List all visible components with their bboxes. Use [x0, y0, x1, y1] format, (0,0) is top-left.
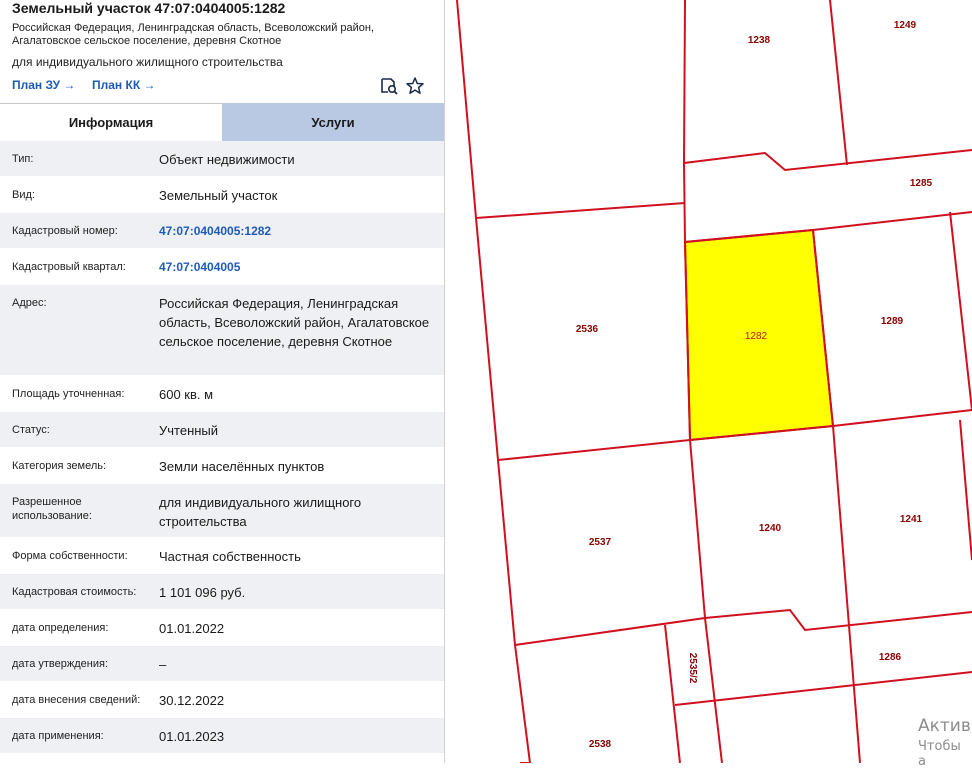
row-value: 01.01.2023	[159, 729, 225, 744]
parcel-label-selected: 1282	[745, 331, 768, 342]
page-title: Земельный участок 47:07:0404005:1282	[12, 0, 286, 16]
address-line-2: Агалатовское сельское поселение, деревня…	[12, 35, 282, 47]
table-row: дата определения: 01.01.2022	[0, 610, 444, 646]
row-label: дата утверждения:	[12, 658, 109, 670]
plan-zu-link[interactable]: План ЗУ →	[12, 78, 75, 92]
parcel-label: 2536	[576, 324, 599, 335]
activation-watermark-text: Чтобы а	[918, 739, 961, 769]
row-value: 600 кв. м	[159, 387, 214, 402]
row-label: Категория земель:	[12, 460, 107, 472]
row-value: 30.12.2022	[159, 693, 225, 708]
parcel-label: 1240	[759, 523, 782, 534]
address-line-1: Российская Федерация, Ленинградская обла…	[12, 22, 375, 34]
cadastral-map[interactable]: 1238 1249 1285 2536 1282 1289 2537 1240 …	[445, 0, 972, 769]
row-value: 1 101 096 руб.	[159, 585, 246, 600]
row-label: Кадастровый квартал:	[12, 261, 126, 273]
parcel-label: 1289	[881, 316, 904, 327]
table-row: Вид: Земельный участок	[0, 177, 444, 213]
table-row: Категория земель: Земли населённых пункт…	[0, 448, 444, 484]
row-label: дата применения:	[12, 730, 104, 742]
activation-watermark-title: Актив	[918, 716, 971, 736]
table-row: Тип: Объект недвижимости	[0, 141, 444, 177]
parcel-label: 1238	[748, 35, 771, 46]
cadastral-quarter-link[interactable]: 47:07:0404005	[159, 258, 439, 277]
plan-kk-link[interactable]: План КК →	[92, 78, 156, 92]
row-value: Частная собственность	[159, 549, 301, 564]
table-row: Кадастровая стоимость: 1 101 096 руб.	[0, 574, 444, 610]
row-value: Земельный участок	[159, 188, 278, 203]
tab-information[interactable]: Информация	[0, 103, 222, 141]
info-table: Тип: Объект недвижимости Вид: Земельный …	[0, 141, 444, 754]
table-row: Разрешенное использование: для индивидуа…	[0, 484, 444, 538]
row-value: –	[159, 657, 167, 672]
row-label: Кадастровый номер:	[12, 225, 118, 237]
table-row: дата утверждения: –	[0, 646, 444, 682]
parcel-label: 2538	[589, 739, 612, 750]
row-value: для индивидуального жилищного строительс…	[159, 495, 362, 529]
star-icon[interactable]	[405, 76, 425, 96]
row-label: Кадастровая стоимость:	[12, 586, 137, 598]
purpose-text: для индивидуального жилищного строительс…	[12, 55, 283, 69]
table-row: Площадь уточненная: 600 кв. м	[0, 376, 444, 412]
row-label: Статус:	[12, 424, 50, 436]
row-value: Учтенный	[159, 423, 219, 438]
row-label: Адрес:	[12, 297, 47, 309]
row-label: Вид:	[12, 189, 35, 201]
table-row: Адрес: Российская Федерация, Ленинградск…	[0, 285, 444, 376]
row-value: Российская Федерация, Ленинградская обла…	[159, 296, 430, 349]
address-summary: Российская Федерация, Ленинградская обла…	[12, 22, 412, 48]
row-label: Разрешенное использование:	[12, 496, 92, 522]
parcel-label: 2537	[589, 537, 612, 548]
row-label: дата внесения сведений:	[12, 694, 141, 706]
tab-bar: Информация Услуги	[0, 103, 444, 141]
parcel-label: 1286	[879, 652, 902, 663]
row-label: Площадь уточненная:	[12, 388, 125, 400]
parcel-label: 1249	[894, 20, 917, 31]
row-value: Земли населённых пунктов	[159, 459, 325, 474]
table-row: Форма собственности: Частная собственнос…	[0, 538, 444, 574]
parcel-label: 2535/2	[687, 653, 698, 684]
table-row: дата внесения сведений: 30.12.2022	[0, 682, 444, 718]
row-value: Объект недвижимости	[159, 152, 295, 167]
cadastral-number-link[interactable]: 47:07:0404005:1282	[159, 222, 439, 241]
panel-header: Земельный участок 47:07:0404005:1282 Рос…	[0, 0, 444, 102]
search-document-icon[interactable]	[379, 76, 399, 96]
table-row: Кадастровый квартал: 47:07:0404005	[0, 249, 444, 285]
row-label: Форма собственности:	[12, 550, 128, 562]
table-row: Статус: Учтенный	[0, 412, 444, 448]
info-panel: Земельный участок 47:07:0404005:1282 Рос…	[0, 0, 445, 763]
table-row: Кадастровый номер: 47:07:0404005:1282	[0, 213, 444, 249]
row-label: Тип:	[12, 153, 34, 165]
parcel-label: 1285	[910, 178, 933, 189]
tab-services[interactable]: Услуги	[222, 103, 444, 141]
map-canvas[interactable]: 1238 1249 1285 2536 1282 1289 2537 1240 …	[445, 0, 972, 764]
parcel-label: 1241	[900, 514, 923, 525]
row-value: 01.01.2022	[159, 621, 225, 636]
table-row: дата применения: 01.01.2023	[0, 718, 444, 754]
row-label: дата определения:	[12, 622, 109, 634]
